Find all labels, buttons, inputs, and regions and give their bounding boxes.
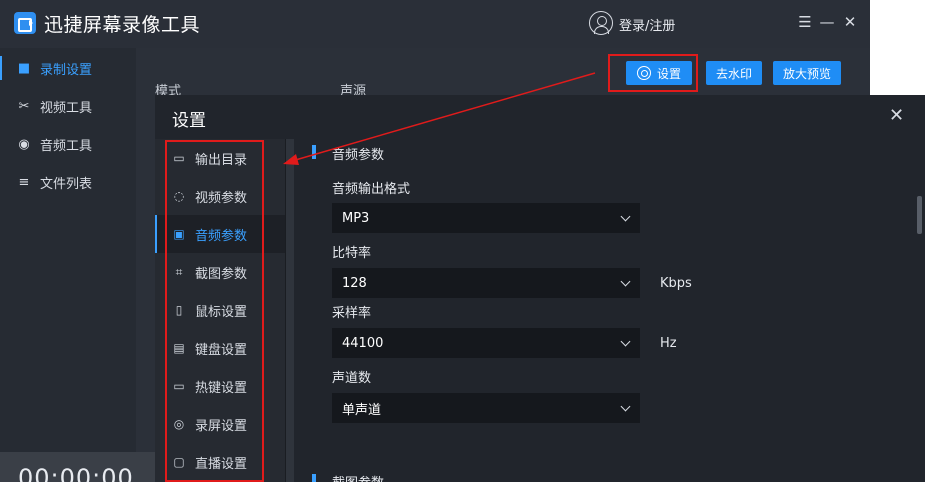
channels-select[interactable]: 单声道 [332,393,640,423]
video-camera-icon: ■ [17,60,31,76]
sidebar-item-video-tools[interactable]: ✂ 视频工具 [0,88,136,124]
tools-icon: ✂ [18,98,30,114]
samplerate-unit: Hz [660,336,677,351]
title-bar: 迅捷屏幕录像工具 登录/注册 ☰ — ✕ [0,0,870,48]
settings-highlight-box [608,54,698,92]
zoom-preview-label: 放大预览 [782,66,831,81]
sidebar-item-label: 文件列表 [40,176,93,192]
settings-nav-highlight-box [165,140,264,482]
zoom-preview-button[interactable]: 放大预览 [773,61,841,85]
record-timer: 00:00:00 [18,464,134,482]
audio-section-title: 音频参数 [332,148,385,163]
chevron-down-icon [620,336,631,347]
bitrate-select[interactable]: 128 [332,268,640,298]
sidebar-item-label: 音频工具 [40,138,93,154]
chevron-down-icon [620,401,631,412]
audio-format-select[interactable]: MP3 [332,203,640,233]
remove-watermark-label: 去水印 [715,66,752,81]
app-title: 迅捷屏幕录像工具 [44,14,201,36]
audio-format-label: 音频输出格式 [332,182,411,197]
sidebar-item-audio-tools[interactable]: ◉ 音频工具 [0,126,136,162]
bitrate-label: 比特率 [332,246,372,261]
channels-value: 单声道 [342,402,382,418]
remove-watermark-button[interactable]: 去水印 [706,61,762,85]
login-register-link[interactable]: 登录/注册 [619,15,675,34]
menu-icon[interactable]: ☰ [797,14,813,30]
main-sidebar: ■ 录制设置 ✂ 视频工具 ◉ 音频工具 ≡ 文件列表 [0,48,136,482]
bitrate-value: 128 [342,275,367,291]
sidebar-item-record-settings[interactable]: ■ 录制设置 [0,50,136,86]
channels-label: 声道数 [332,371,372,386]
dialog-title: 设置 [172,111,206,131]
audio-format-value: MP3 [342,210,370,226]
screenshot-section-title: 截图参数 [332,472,384,482]
section-marker [312,474,316,482]
samplerate-value: 44100 [342,335,384,351]
chevron-down-icon [620,211,631,222]
minimize-icon[interactable]: — [819,14,835,30]
sidebar-item-label: 视频工具 [40,100,93,116]
section-marker [312,145,316,159]
nav-scrollbar[interactable] [286,139,294,482]
user-avatar-icon[interactable] [589,11,613,35]
sidebar-item-file-list[interactable]: ≡ 文件列表 [0,164,136,200]
sidebar-item-label: 录制设置 [40,62,93,78]
content-scrollbar-thumb[interactable] [917,196,922,234]
bitrate-unit: Kbps [660,276,692,291]
list-icon: ≡ [18,174,30,190]
samplerate-label: 采样率 [332,306,372,321]
settings-dialog: 设置 ✕ ▭ 输出目录 ◌ 视频参数 ▣ 音频参数 ⌗ 截图参数 ▯ 鼠标设置 … [155,95,925,482]
dialog-close-icon[interactable]: ✕ [889,105,904,126]
close-window-icon[interactable]: ✕ [842,14,858,30]
app-logo-icon [14,12,36,34]
chevron-down-icon [620,276,631,287]
samplerate-select[interactable]: 44100 [332,328,640,358]
audio-icon: ◉ [18,136,30,152]
